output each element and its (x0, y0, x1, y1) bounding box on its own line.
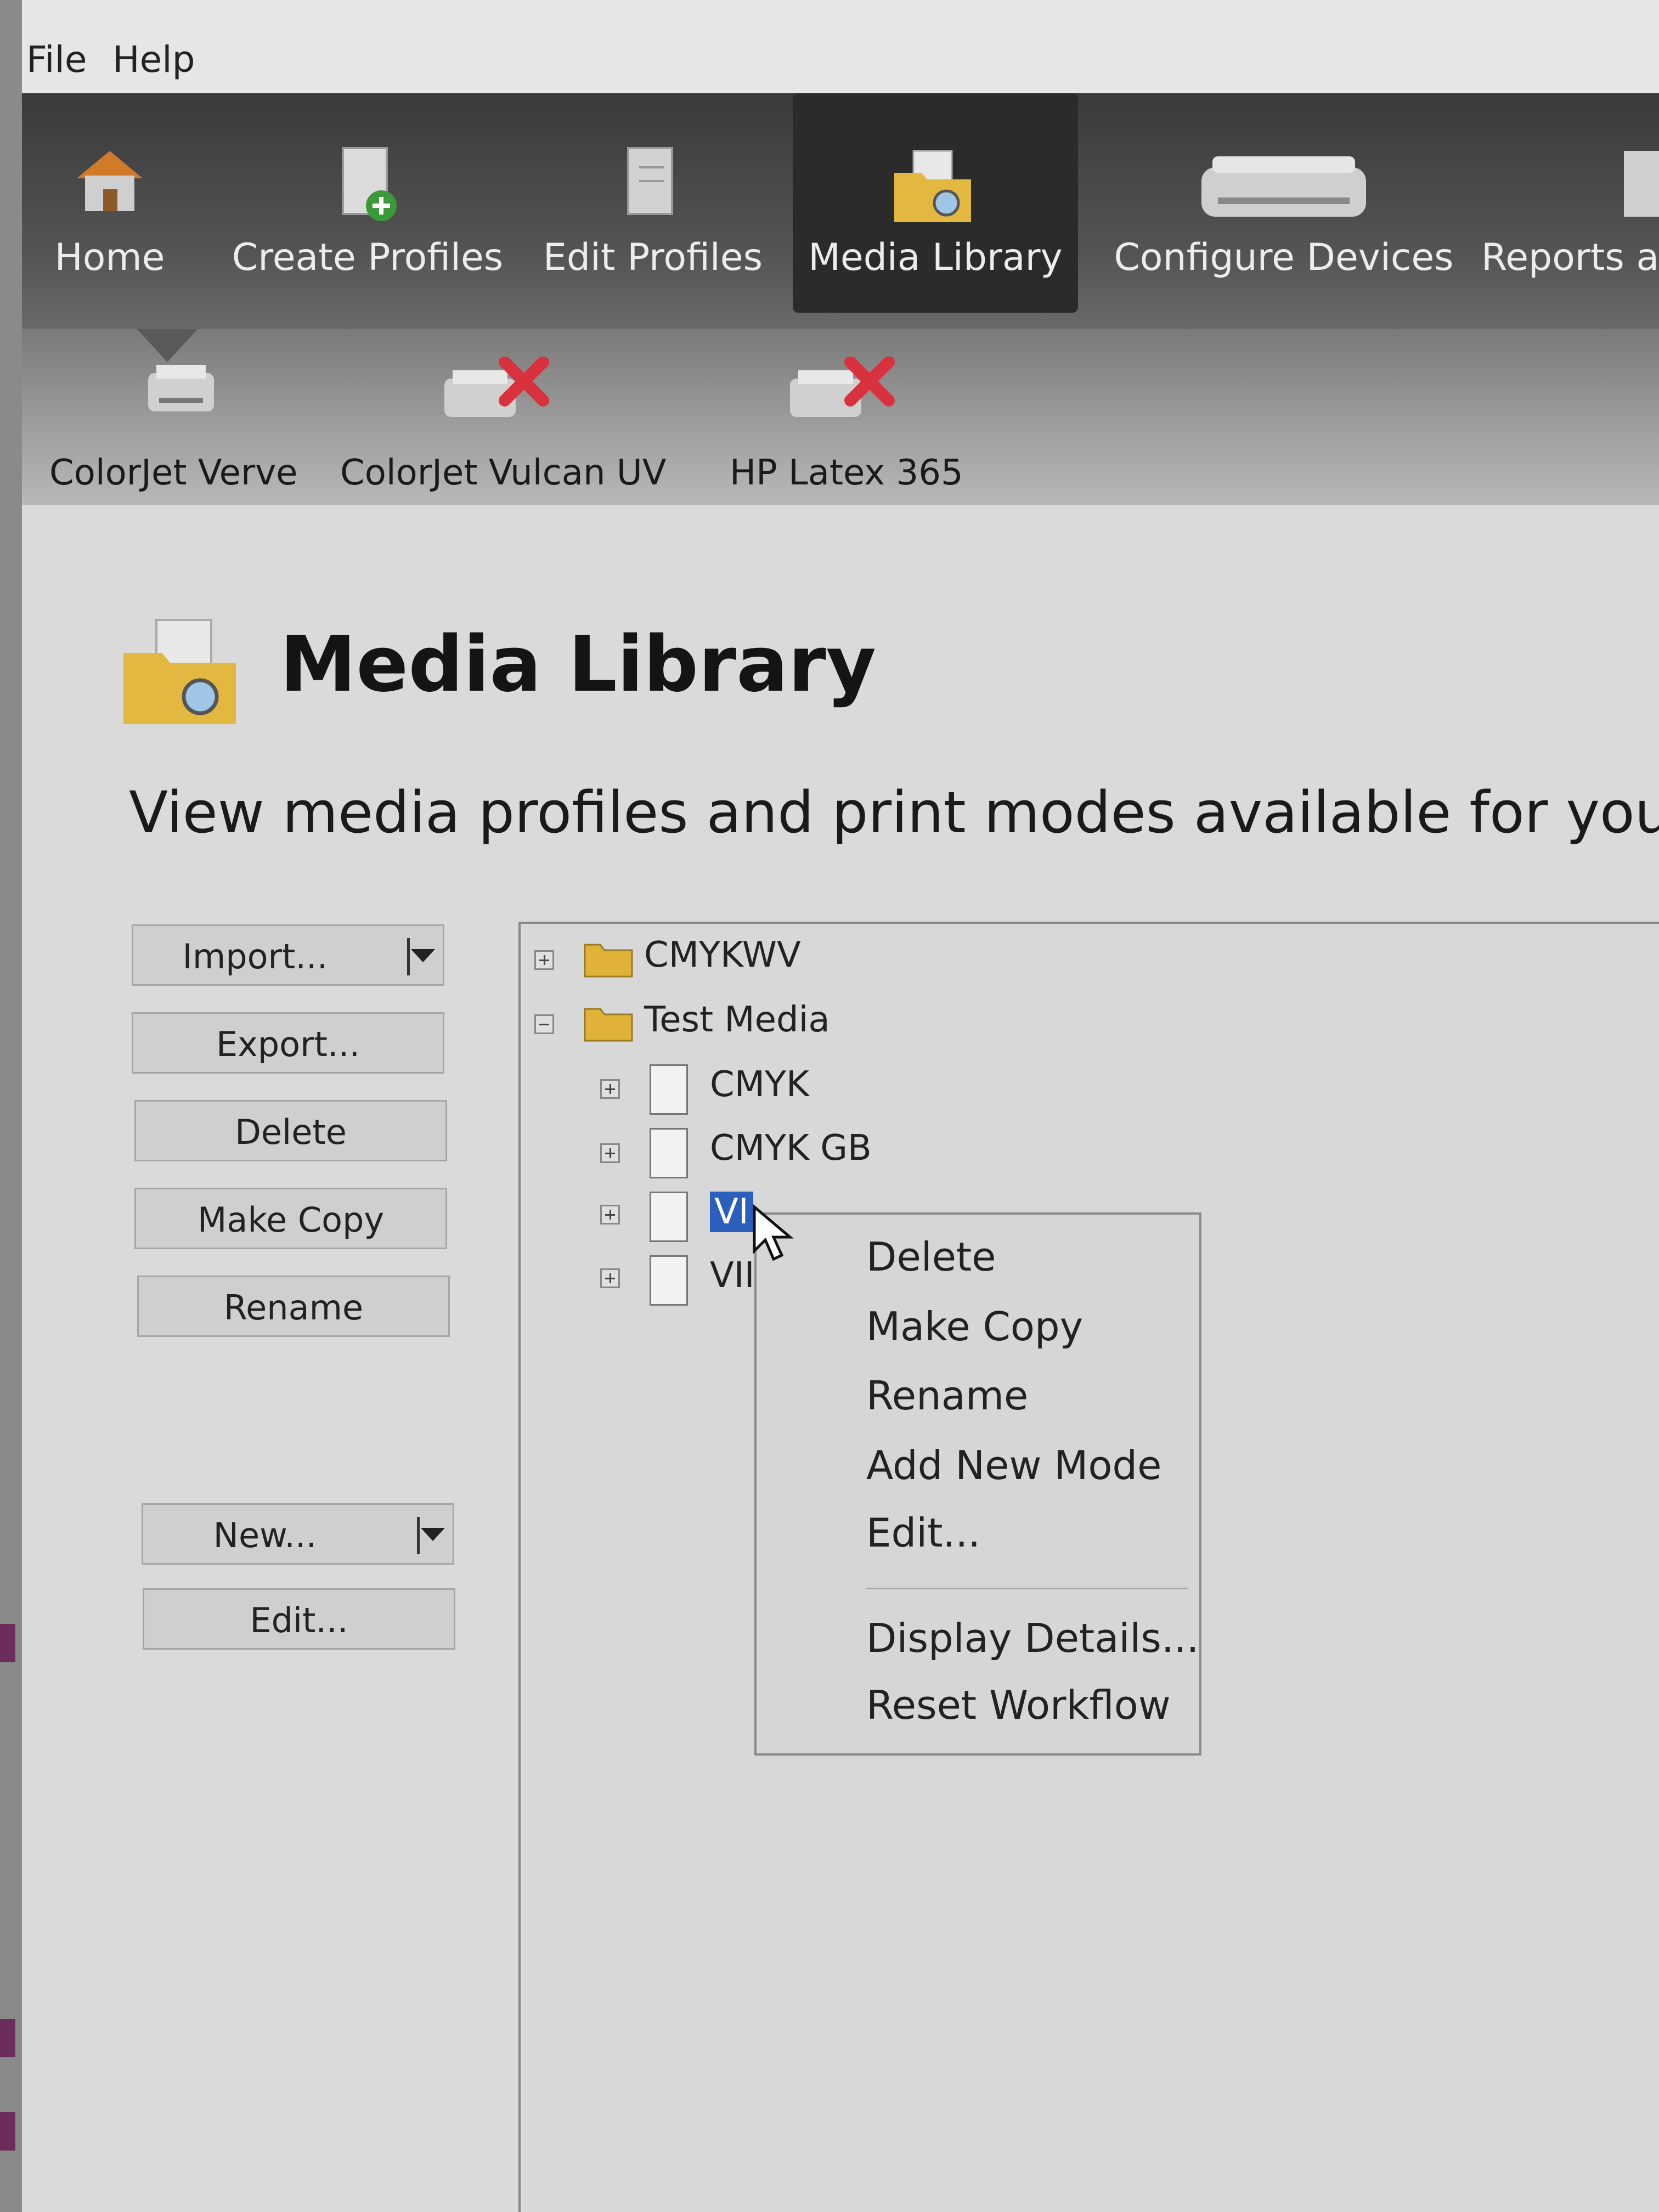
media-library-icon (118, 614, 244, 737)
folder-icon (584, 1003, 633, 1044)
tool-create-profiles[interactable]: Create Profiles (225, 93, 510, 313)
tool-configure-devices-label: Configure Devices (1114, 236, 1454, 279)
main-toolbar: Home Create Profiles Edit Profiles Media… (22, 93, 1659, 329)
mouse-cursor-icon (752, 1204, 795, 1267)
expand-icon[interactable] (600, 1205, 620, 1224)
delete-button[interactable]: Delete (134, 1100, 447, 1161)
reports-icon (1613, 145, 1659, 230)
collapse-icon[interactable] (534, 1014, 554, 1034)
ctx-edit[interactable]: Edit... (866, 1510, 980, 1556)
tool-create-profiles-label: Create Profiles (232, 236, 504, 279)
import-button[interactable]: Import... (132, 924, 444, 986)
printer-icon (1196, 145, 1372, 230)
tool-edit-profiles[interactable]: Edit Profiles (532, 93, 774, 313)
edit-profile-icon (617, 145, 689, 230)
printer-icon (143, 357, 219, 425)
device-label: ColorJet Verve (49, 453, 298, 493)
tool-media-library[interactable]: Media Library (793, 93, 1078, 313)
menu-bar: File Help (22, 0, 1659, 93)
device-label: ColorJet Vulcan UV (340, 453, 667, 493)
device-bar: ColorJet Verve ColorJet Vulcan UV HP Lat… (22, 329, 1659, 505)
folder-icon (584, 939, 633, 980)
import-label: Import... (182, 936, 328, 977)
edge-marker (0, 2019, 15, 2057)
tree-item-vi[interactable]: VII (710, 1255, 755, 1296)
tool-media-library-label: Media Library (808, 236, 1063, 279)
expand-icon[interactable] (600, 1143, 620, 1163)
tool-home-label: Home (54, 236, 165, 279)
screen-edge (0, 0, 22, 2212)
new-label: New... (213, 1515, 317, 1555)
expand-icon[interactable] (600, 1268, 620, 1288)
active-tab-caret (137, 329, 198, 362)
tool-edit-profiles-label: Edit Profiles (543, 236, 763, 279)
tree-item-cmyk-gb[interactable]: CMYK GB (710, 1128, 872, 1169)
split-divider (417, 1517, 420, 1554)
device-hp-latex-365[interactable]: HP Latex 365 (708, 329, 993, 494)
context-menu: Delete Make Copy Rename Add New Mode Edi… (754, 1212, 1201, 1756)
tree-item-vinyl-selected[interactable]: VI (710, 1192, 753, 1232)
ctx-make-copy[interactable]: Make Copy (866, 1304, 1083, 1350)
new-button[interactable]: New... (142, 1503, 454, 1565)
media-file-icon (650, 1255, 688, 1306)
menu-separator (866, 1588, 1188, 1589)
edge-marker (0, 2112, 15, 2151)
export-button[interactable]: Export... (132, 1012, 444, 1074)
media-file-icon (650, 1128, 688, 1178)
tree-item-cmyk[interactable]: CMYK (710, 1064, 809, 1105)
tool-home[interactable]: Home (44, 93, 176, 313)
expand-icon[interactable] (600, 1079, 620, 1099)
device-label: HP Latex 365 (730, 453, 963, 493)
rename-button[interactable]: Rename (137, 1276, 450, 1337)
tree-folder-test-media[interactable]: Test Media (644, 1000, 830, 1040)
media-library-icon (889, 145, 982, 235)
tree-folder-cmykwv[interactable]: CMYKWV (644, 935, 801, 975)
make-copy-button[interactable]: Make Copy (134, 1188, 447, 1249)
create-profile-icon (332, 145, 403, 230)
page-subtitle: View media profiles and print modes avai… (129, 779, 1659, 846)
ctx-rename[interactable]: Rename (866, 1373, 1028, 1419)
expand-icon[interactable] (534, 950, 554, 970)
printer-error-icon (439, 356, 554, 430)
chevron-down-icon[interactable] (421, 1528, 445, 1541)
tool-configure-devices[interactable]: Configure Devices (1097, 93, 1470, 313)
split-divider (407, 938, 410, 975)
menu-help[interactable]: Help (112, 38, 195, 81)
printer-error-icon (785, 356, 900, 430)
page-title: Media Library (280, 620, 876, 709)
chevron-down-icon[interactable] (411, 949, 435, 962)
device-colorjet-vulcan-uv[interactable]: ColorJet Vulcan UV (340, 329, 680, 494)
edit-button[interactable]: Edit... (143, 1588, 455, 1650)
ctx-reset-workflow[interactable]: Reset Workflow (866, 1682, 1171, 1728)
tool-reports[interactable]: Reports a (1481, 93, 1659, 313)
ctx-add-new-mode[interactable]: Add New Mode (866, 1442, 1161, 1488)
edge-marker (0, 1624, 15, 1662)
ctx-display-details[interactable]: Display Details... (866, 1615, 1199, 1661)
media-file-icon (650, 1192, 688, 1242)
tool-reports-label: Reports a (1481, 236, 1659, 279)
menu-file[interactable]: File (26, 38, 87, 81)
media-file-icon (650, 1064, 688, 1115)
home-icon (71, 145, 148, 219)
ctx-delete[interactable]: Delete (866, 1234, 996, 1280)
